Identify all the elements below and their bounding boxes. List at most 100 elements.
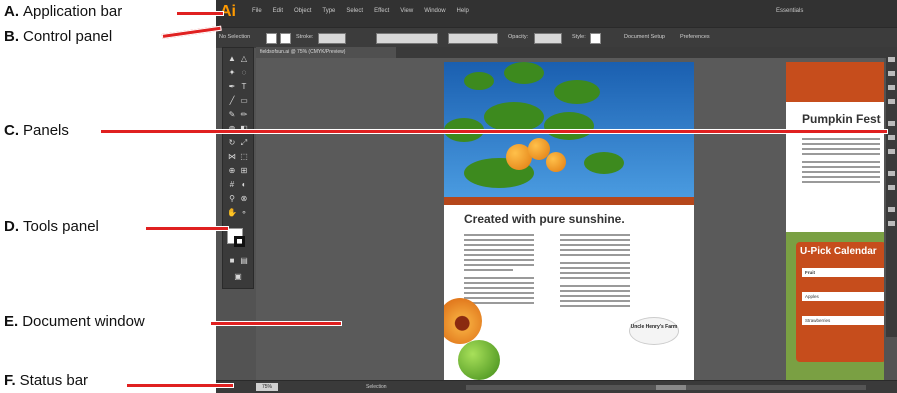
gradient-mode-icon[interactable]: ▤ bbox=[239, 256, 249, 266]
leaf bbox=[544, 112, 594, 140]
panels-dock bbox=[886, 47, 897, 337]
free-transform-tool-icon[interactable]: ⬚ bbox=[239, 152, 249, 162]
callout-status-bar: F. Status bar bbox=[4, 372, 89, 389]
callout-line-a bbox=[176, 11, 224, 16]
page2-header-band bbox=[786, 62, 884, 102]
menu-edit[interactable]: Edit bbox=[273, 8, 283, 14]
callout-document-window: E. Document window bbox=[4, 313, 145, 330]
calendar-row: Apples bbox=[802, 292, 884, 301]
document-tab[interactable]: fieldsofsun.ai @ 75% (CMYK/Preview) bbox=[256, 47, 396, 58]
pencil-tool-icon[interactable]: ✏ bbox=[239, 110, 249, 120]
perspective-grid-tool-icon[interactable]: ⊞ bbox=[239, 166, 249, 176]
callout-panels: C. Panels bbox=[4, 122, 69, 139]
menu-window[interactable]: Window bbox=[424, 8, 445, 14]
calendar-title: U-Pick Calendar bbox=[800, 246, 877, 257]
width-tool-icon[interactable]: ⋈ bbox=[227, 152, 237, 162]
leaf bbox=[464, 72, 494, 90]
callout-tools-panel: D. Tools panel bbox=[4, 218, 99, 235]
stroke-weight-field[interactable] bbox=[318, 33, 346, 44]
callout-control-panel: B. Control panel bbox=[4, 28, 113, 45]
type-tool-icon[interactable]: T bbox=[239, 82, 249, 92]
gradient-panel-icon[interactable] bbox=[888, 135, 895, 140]
calendar-row: Strawberries bbox=[802, 316, 884, 325]
stroke-color-box[interactable] bbox=[234, 236, 245, 247]
orange-fruit bbox=[546, 152, 566, 172]
zoom-level-field[interactable]: 75% bbox=[256, 383, 278, 391]
page2-title: Pumpkin Fest bbox=[802, 112, 881, 126]
brushes-panel-icon[interactable] bbox=[888, 85, 895, 90]
body-column-2 bbox=[560, 234, 630, 310]
mesh-tool-icon[interactable]: # bbox=[227, 180, 237, 190]
control-panel: No Selection Stroke: Opacity: Style: Doc… bbox=[216, 27, 897, 48]
document-setup-button[interactable]: Document Setup bbox=[624, 34, 665, 40]
leaf bbox=[584, 152, 624, 174]
rotate-tool-icon[interactable]: ↻ bbox=[227, 138, 237, 148]
zoom-tool-icon[interactable]: ⚬ bbox=[239, 208, 249, 218]
line-tool-icon[interactable]: ╱ bbox=[227, 96, 237, 106]
menu-effect[interactable]: Effect bbox=[374, 8, 389, 14]
opacity-field[interactable] bbox=[534, 33, 562, 44]
artboard-1: Created with pure sunshine. Uncle Henry'… bbox=[444, 62, 694, 384]
menu-object[interactable]: Object bbox=[294, 8, 311, 14]
leaf bbox=[484, 102, 544, 132]
layers-panel-icon[interactable] bbox=[888, 207, 895, 212]
style-swatch[interactable] bbox=[590, 33, 601, 44]
leaf bbox=[504, 62, 544, 84]
brush-field[interactable] bbox=[448, 33, 498, 44]
workspace-switcher[interactable]: Essentials bbox=[776, 8, 803, 14]
opacity-label: Opacity: bbox=[508, 34, 529, 40]
menu-type[interactable]: Type bbox=[322, 8, 335, 14]
stroke-swatch[interactable] bbox=[280, 33, 291, 44]
callout-application-bar: A. Application bar bbox=[4, 3, 123, 20]
gradient-tool-icon[interactable]: ◐ bbox=[239, 180, 249, 190]
menu-view[interactable]: View bbox=[400, 8, 413, 14]
menu-help[interactable]: Help bbox=[457, 8, 469, 14]
preferences-button[interactable]: Preferences bbox=[680, 34, 710, 40]
variable-width-field[interactable] bbox=[376, 33, 438, 44]
direct-selection-tool-icon[interactable]: △ bbox=[239, 54, 249, 64]
application-bar: Ai File Edit Object Type Select Effect V… bbox=[216, 0, 897, 27]
rectangle-tool-icon[interactable]: ▭ bbox=[239, 96, 249, 106]
scrollbar-thumb[interactable] bbox=[656, 385, 686, 390]
screen-mode-icon[interactable]: ▣ bbox=[233, 272, 243, 282]
fill-swatch[interactable] bbox=[266, 33, 277, 44]
appearance-panel-icon[interactable] bbox=[888, 171, 895, 176]
color-mode-icon[interactable]: ■ bbox=[227, 256, 237, 266]
scale-tool-icon[interactable]: ⤢ bbox=[239, 138, 249, 148]
paintbrush-tool-icon[interactable]: ✎ bbox=[227, 110, 237, 120]
style-label: Style: bbox=[572, 34, 586, 40]
artboards-panel-icon[interactable] bbox=[888, 221, 895, 226]
callout-line-f bbox=[126, 383, 234, 388]
selection-label: No Selection bbox=[219, 34, 251, 40]
calendar-row: Fruit bbox=[802, 268, 884, 277]
lasso-tool-icon[interactable]: ◌ bbox=[239, 68, 249, 78]
current-tool-status: Selection bbox=[366, 384, 387, 390]
menu-file[interactable]: File bbox=[252, 8, 262, 14]
color-panel-icon[interactable] bbox=[888, 57, 895, 62]
eyedropper-tool-icon[interactable]: ⚲ bbox=[227, 194, 237, 204]
artboard-2: Pumpkin Fest U-Pick Calendar Fruit Apple… bbox=[786, 62, 884, 384]
blend-tool-icon[interactable]: ⊗ bbox=[239, 194, 249, 204]
pen-tool-icon[interactable]: ✒ bbox=[227, 82, 237, 92]
menu-select[interactable]: Select bbox=[346, 8, 363, 14]
stroke-panel-icon[interactable] bbox=[888, 121, 895, 126]
transparency-panel-icon[interactable] bbox=[888, 149, 895, 154]
magic-wand-tool-icon[interactable]: ✦ bbox=[227, 68, 237, 78]
horizontal-scrollbar[interactable] bbox=[466, 385, 866, 390]
shape-builder-tool-icon[interactable]: ⊕ bbox=[227, 166, 237, 176]
tools-panel: ▲ △ ✦ ◌ ✒ T ╱ ▭ ✎ ✏ ◍ ◧ ↻ ⤢ ⋈ ⬚ ⊕ ⊞ # ◐ … bbox=[222, 47, 254, 289]
selection-tool-icon[interactable]: ▲ bbox=[227, 54, 237, 64]
document-tab-bar: fieldsofsun.ai @ 75% (CMYK/Preview) bbox=[256, 47, 897, 58]
accent-band bbox=[444, 197, 694, 205]
leaf bbox=[554, 80, 600, 104]
graphic-styles-panel-icon[interactable] bbox=[888, 185, 895, 190]
document-window[interactable]: Created with pure sunshine. Uncle Henry'… bbox=[256, 58, 884, 384]
swatches-panel-icon[interactable] bbox=[888, 71, 895, 76]
peach-image bbox=[444, 298, 482, 344]
callout-line-e bbox=[210, 321, 342, 326]
farm-logo-text: Uncle Henry's Farm bbox=[630, 324, 678, 330]
symbols-panel-icon[interactable] bbox=[888, 99, 895, 104]
hand-tool-icon[interactable]: ✋ bbox=[227, 208, 237, 218]
callout-line-b bbox=[161, 25, 222, 39]
calendar-box bbox=[796, 242, 884, 362]
